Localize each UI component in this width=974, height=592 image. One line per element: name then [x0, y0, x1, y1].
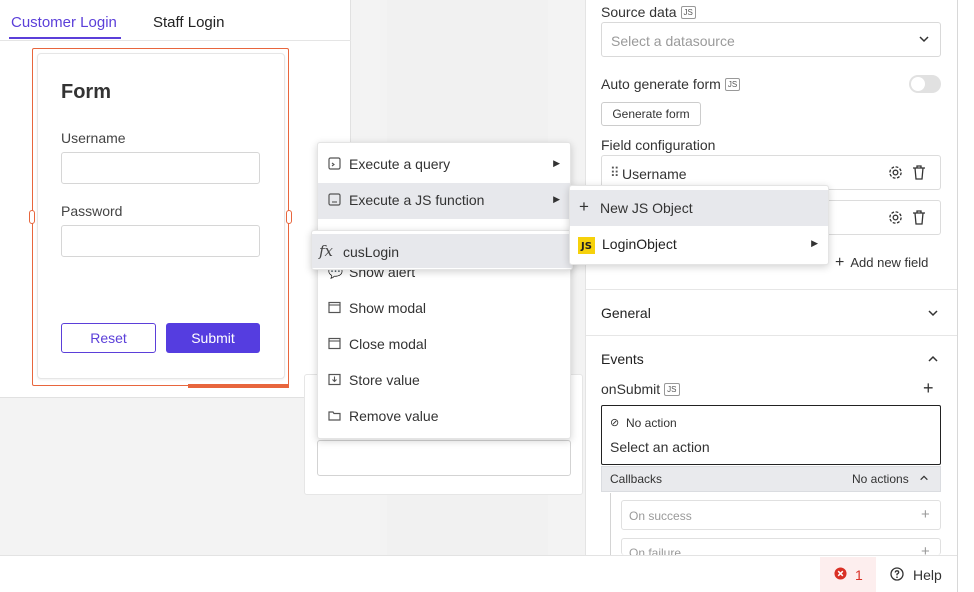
gear-icon[interactable]	[888, 165, 903, 180]
toggle-knob	[911, 77, 925, 91]
menu-item-label: cusLogin	[343, 244, 400, 260]
menu-item-close-modal[interactable]: Close modal	[318, 327, 570, 363]
folder-icon	[328, 409, 342, 423]
menu-item-label: New JS Object	[600, 200, 693, 216]
active-tab-indicator	[9, 37, 121, 39]
resize-handle-bottom[interactable]	[188, 384, 289, 388]
menu-item-new-js-object[interactable]: + New JS Object	[570, 190, 828, 226]
help-icon	[890, 567, 904, 581]
menu-item-cuslogin[interactable]: fx cusLogin	[312, 234, 572, 268]
generate-form-button[interactable]: Generate form	[601, 102, 701, 126]
js-function-icon	[328, 193, 342, 207]
add-action-plus-icon[interactable]: +	[923, 378, 934, 399]
callbacks-label: Callbacks	[610, 472, 663, 486]
datasource-placeholder: Select a datasource	[611, 33, 735, 49]
menu-item-execute-js-function[interactable]: Execute a JS function ▶	[318, 183, 570, 219]
menu-item-label: Execute a query	[349, 156, 451, 172]
select-action-label: Select an action	[610, 439, 710, 455]
error-icon	[834, 567, 847, 580]
username-input[interactable]	[61, 152, 260, 184]
trash-icon[interactable]	[912, 165, 926, 180]
chevron-up-icon[interactable]	[927, 353, 939, 365]
divider	[586, 335, 957, 336]
side-window-edge	[957, 0, 974, 592]
no-action-icon: ⊘	[610, 417, 620, 429]
modal-icon	[328, 337, 342, 351]
chevron-up-icon[interactable]	[919, 473, 929, 483]
modal-icon	[328, 301, 342, 315]
js-object-icon: JS	[578, 237, 595, 254]
function-icon: fx	[319, 242, 334, 260]
username-label: Username	[61, 130, 126, 146]
no-action-label: No action	[626, 416, 677, 430]
plus-icon[interactable]: +	[921, 506, 930, 523]
bottom-bar	[0, 555, 957, 592]
resize-handle-left[interactable]	[29, 210, 35, 224]
plus-icon: +	[579, 197, 589, 216]
menu-item-show-modal[interactable]: Show modal	[318, 291, 570, 327]
source-data-label: Source data JS	[601, 4, 696, 20]
js-badge[interactable]: JS	[664, 383, 680, 396]
js-badge[interactable]: JS	[680, 6, 696, 19]
gear-icon[interactable]	[888, 210, 903, 225]
menu-item-remove-value[interactable]: Remove value	[318, 399, 570, 435]
on-failure-row[interactable]: On failure +	[621, 538, 941, 555]
field-config-label: Field configuration	[601, 137, 716, 153]
resize-handle-right[interactable]	[286, 210, 292, 224]
menu-item-label: Execute a JS function	[349, 192, 485, 208]
js-badge[interactable]: JS	[724, 78, 741, 91]
chevron-down-icon	[918, 33, 930, 45]
auto-generate-label: Auto generate form JS	[601, 76, 741, 92]
field-name: Username	[622, 166, 687, 182]
divider	[586, 289, 957, 290]
callback-tree-line	[610, 493, 611, 555]
js-function-menu: fx cusLogin	[311, 230, 573, 270]
password-label: Password	[61, 203, 123, 219]
plus-icon: +	[835, 254, 845, 271]
tab-customer-login[interactable]: Customer Login	[11, 14, 117, 31]
menu-item-label: Store value	[349, 372, 420, 388]
plus-icon[interactable]: +	[921, 543, 930, 555]
chevron-right-icon: ▶	[553, 194, 560, 204]
on-success-label: On success	[629, 509, 692, 523]
error-indicator[interactable]	[820, 557, 876, 592]
js-object-menu: + New JS Object JS LoginObject ▶	[569, 185, 829, 265]
menu-item-loginobject[interactable]: JS LoginObject ▶	[570, 226, 828, 262]
password-input[interactable]	[61, 225, 260, 257]
reset-button[interactable]: Reset	[61, 323, 156, 353]
error-count: 1	[855, 567, 863, 583]
events-section-header[interactable]: Events	[601, 351, 644, 367]
drag-handle-icon[interactable]: ⠿	[610, 165, 620, 181]
menu-item-label: Close modal	[349, 336, 427, 352]
chevron-down-icon[interactable]	[927, 307, 939, 319]
chevron-right-icon: ▶	[553, 158, 560, 168]
action-search-input[interactable]	[317, 440, 571, 476]
datasource-select[interactable]: Select a datasource	[601, 22, 941, 57]
menu-item-store-value[interactable]: Store value	[318, 363, 570, 399]
menu-item-label: Show modal	[349, 300, 427, 316]
menu-item-execute-query[interactable]: Execute a query ▶	[318, 147, 570, 183]
no-actions-label: No actions	[852, 472, 909, 486]
add-field-button[interactable]: + Add new field	[835, 254, 928, 272]
on-success-row[interactable]: On success +	[621, 500, 941, 530]
submit-button[interactable]: Submit	[166, 323, 260, 353]
menu-item-label: Remove value	[349, 408, 439, 424]
onsubmit-label: onSubmit JS	[601, 381, 680, 397]
action-type-menu: Execute a query ▶ Execute a JS function …	[317, 142, 571, 439]
store-icon	[328, 373, 342, 387]
general-section-header[interactable]: General	[601, 305, 651, 321]
query-icon	[328, 157, 342, 171]
tab-staff-login[interactable]: Staff Login	[153, 14, 224, 31]
on-failure-label: On failure	[629, 546, 682, 555]
chevron-right-icon: ▶	[811, 238, 818, 248]
trash-icon[interactable]	[912, 210, 926, 225]
menu-item-label: LoginObject	[602, 236, 677, 252]
action-selector[interactable]	[601, 405, 941, 465]
help-button[interactable]: Help	[913, 567, 942, 583]
form-title: Form	[61, 81, 111, 103]
